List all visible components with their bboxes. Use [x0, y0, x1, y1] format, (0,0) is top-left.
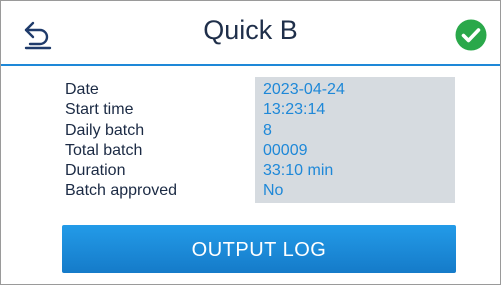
label-start-time: Start time: [65, 101, 134, 119]
label-date: Date: [65, 81, 99, 98]
detail-values: 2023-04-24 13:23:14 8 00009 33:10 min No: [263, 80, 345, 202]
header-bar: Quick B: [1, 1, 500, 66]
value-date: 2023-04-24: [263, 81, 345, 98]
checkmark-circle-icon: [455, 19, 487, 51]
label-total-batch: Total batch: [65, 141, 143, 159]
screen: Quick B Date Start time Daily batch Tota…: [0, 0, 501, 285]
label-batch-approved: Batch approved: [65, 182, 178, 200]
value-duration: 33:10 min: [263, 162, 334, 180]
page-title: Quick B: [203, 15, 298, 45]
value-daily-batch: 8: [263, 121, 272, 139]
detail-labels: Date Start time Daily batch Total batch …: [65, 80, 177, 202]
value-start-time: 13:23:14: [263, 101, 326, 119]
value-batch-approved: No: [263, 182, 284, 200]
label-duration: Duration: [65, 162, 126, 180]
output-log-button[interactable]: OUTPUT LOG: [62, 225, 456, 273]
value-total-batch: 00009: [263, 141, 308, 159]
label-daily-batch: Daily batch: [65, 121, 145, 139]
status-indicator: [455, 19, 487, 51]
